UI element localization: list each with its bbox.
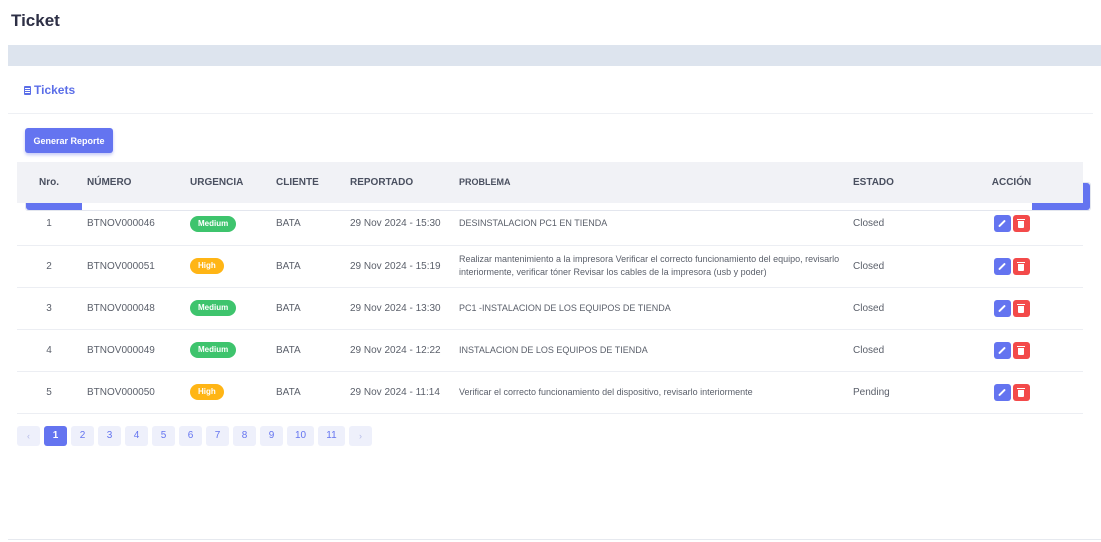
delete-button[interactable] (1012, 341, 1030, 359)
cell-estado: Closed (853, 344, 885, 356)
pencil-icon (998, 388, 1006, 396)
cell-estado: Closed (853, 218, 885, 230)
page-button-8[interactable]: 8 (233, 426, 256, 446)
edit-button[interactable] (993, 383, 1011, 401)
page-button-2[interactable]: 2 (71, 426, 94, 446)
trash-icon (1017, 261, 1025, 271)
col-problema: PROBLEMA (459, 177, 511, 187)
cell-numero: BTNOV000050 (87, 386, 155, 398)
edit-button[interactable] (993, 341, 1011, 359)
page-button-10[interactable]: 10 (287, 426, 314, 446)
col-accion: ACCIÓN (991, 177, 1032, 188)
cell-problema: DESINSTALACION PC1 EN TIENDA (459, 218, 608, 229)
urgency-badge: High (190, 258, 224, 274)
card-header-title: Tickets (24, 83, 75, 97)
trash-icon (1017, 219, 1025, 229)
trash-icon (1017, 303, 1025, 313)
col-reportado: REPORTADO (350, 177, 414, 188)
table-row: 3 BTNOV000048 Medium BATA 29 Nov 2024 - … (17, 287, 1083, 329)
pencil-icon (998, 262, 1006, 270)
document-icon (24, 85, 31, 95)
col-nro: Nro. (39, 177, 59, 188)
delete-button[interactable] (1012, 299, 1030, 317)
page-title: Ticket (11, 11, 60, 30)
table-row: 1 BTNOV000046 Medium BATA 29 Nov 2024 - … (17, 203, 1083, 245)
page-prev-button[interactable]: ‹ (17, 426, 40, 446)
col-cliente: CLIENTE (276, 177, 319, 188)
page-button-7[interactable]: 7 (206, 426, 229, 446)
page-button-3[interactable]: 3 (98, 426, 121, 446)
cell-reportado: 29 Nov 2024 - 15:30 (350, 218, 441, 230)
pencil-icon (998, 219, 1006, 228)
generate-report-button[interactable]: Generar Reporte (25, 128, 113, 153)
cell-numero: BTNOV000046 (87, 218, 155, 230)
page-button-6[interactable]: 6 (179, 426, 202, 446)
page-button-9[interactable]: 9 (260, 426, 283, 446)
page-button-1[interactable]: 1 (44, 426, 67, 446)
cell-numero: BTNOV000048 (87, 302, 155, 314)
cell-nro: 2 (46, 260, 52, 272)
page-next-button[interactable]: › (349, 426, 372, 446)
delete-button[interactable] (1012, 383, 1030, 401)
urgency-badge: High (190, 384, 224, 400)
cell-cliente: BATA (276, 218, 301, 230)
col-estado: ESTADO (853, 177, 894, 188)
edit-button[interactable] (993, 215, 1011, 233)
urgency-badge: Medium (190, 342, 237, 358)
cell-cliente: BATA (276, 260, 301, 272)
cell-numero: BTNOV000049 (87, 344, 155, 356)
table-row: 2 BTNOV000051 High BATA 29 Nov 2024 - 15… (17, 245, 1083, 287)
cell-problema: Verificar el correcto funcionamiento del… (459, 386, 753, 397)
page-button-4[interactable]: 4 (125, 426, 148, 446)
cell-reportado: 29 Nov 2024 - 13:30 (350, 302, 441, 314)
cell-nro: 5 (46, 386, 52, 398)
cell-cliente: BATA (276, 302, 301, 314)
card-header: Tickets (8, 66, 1093, 114)
cell-reportado: 29 Nov 2024 - 15:19 (350, 260, 441, 272)
pencil-icon (998, 304, 1006, 312)
page-button-5[interactable]: 5 (152, 426, 175, 446)
delete-button[interactable] (1012, 257, 1030, 275)
cell-estado: Closed (853, 260, 885, 272)
edit-button[interactable] (993, 299, 1011, 317)
header-band (8, 45, 1101, 66)
pagination: ‹ 1 2 3 4 5 6 7 8 9 10 11 › (17, 426, 372, 446)
urgency-badge: Medium (190, 215, 237, 232)
cell-problema: Realizar mantenimiento a la impresora Ve… (459, 254, 840, 277)
cell-problema: PC1 -INSTALACION DE LOS EQUIPOS DE TIEND… (459, 302, 671, 313)
tickets-table: Nro. NÚMERO URGENCIA CLIENTE REPORTADO P… (17, 162, 1083, 414)
cell-reportado: 29 Nov 2024 - 12:22 (350, 344, 441, 356)
cell-numero: BTNOV000051 (87, 260, 155, 272)
cell-problema: INSTALACION DE LOS EQUIPOS DE TIENDA (459, 344, 648, 355)
urgency-badge: Medium (190, 300, 237, 316)
cell-estado: Closed (853, 302, 885, 314)
page-button-11[interactable]: 11 (318, 426, 345, 446)
card-header-label: Tickets (34, 83, 76, 97)
cell-nro: 1 (46, 218, 52, 230)
col-numero: NÚMERO (87, 177, 132, 188)
delete-button[interactable] (1012, 215, 1030, 233)
pencil-icon (998, 346, 1006, 354)
trash-icon (1017, 345, 1025, 355)
cell-estado: Pending (853, 386, 890, 398)
edit-button[interactable] (993, 257, 1011, 275)
table-row: 5 BTNOV000050 High BATA 29 Nov 2024 - 11… (17, 371, 1083, 413)
cell-nro: 4 (46, 344, 52, 356)
cell-reportado: 29 Nov 2024 - 11:14 (350, 386, 440, 398)
table-header-row: Nro. NÚMERO URGENCIA CLIENTE REPORTADO P… (17, 162, 1083, 203)
cell-cliente: BATA (276, 344, 301, 356)
table-row: 4 BTNOV000049 Medium BATA 29 Nov 2024 - … (17, 329, 1083, 371)
cell-cliente: BATA (276, 386, 301, 398)
col-urgencia: URGENCIA (190, 177, 244, 188)
cell-nro: 3 (46, 302, 52, 314)
trash-icon (1017, 387, 1025, 397)
